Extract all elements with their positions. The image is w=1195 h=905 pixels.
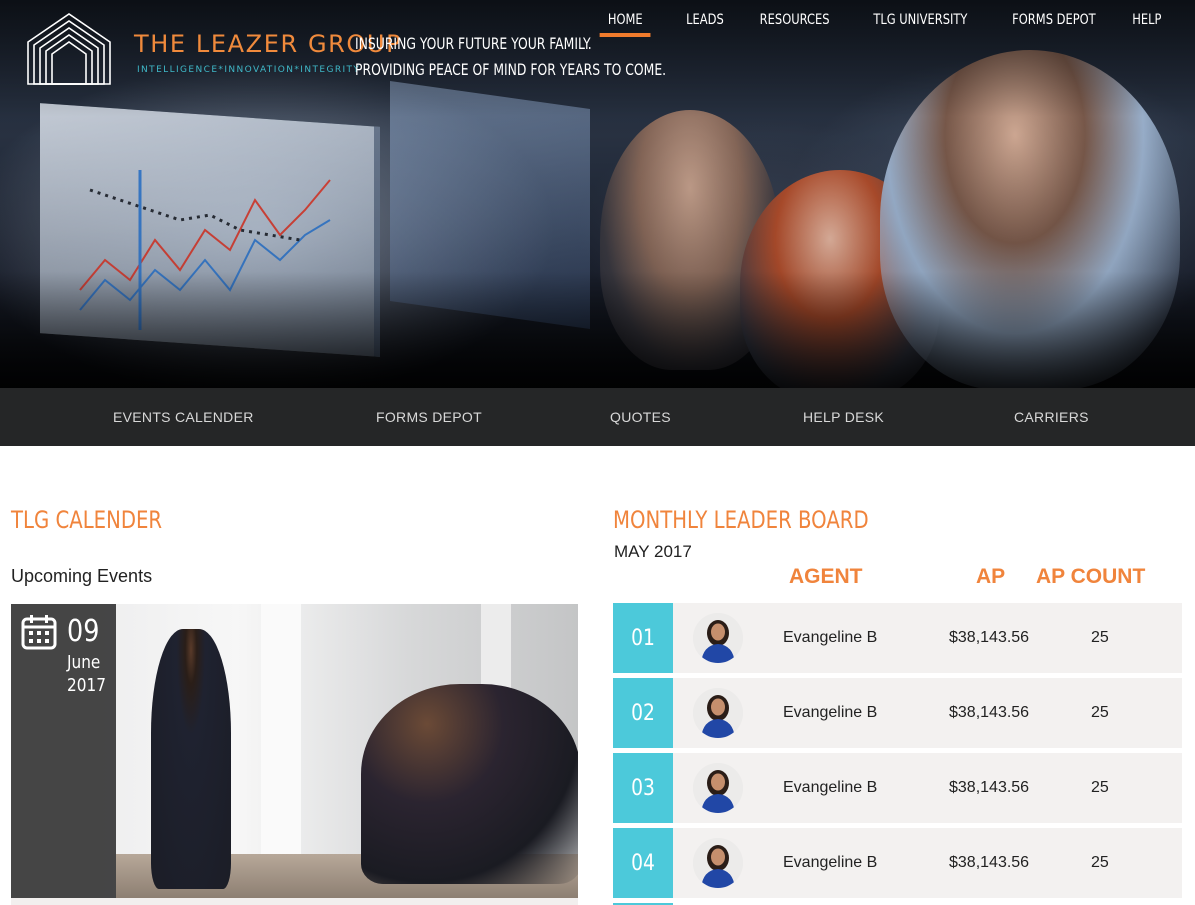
nav-tlg-university[interactable]: TLG UNIVERSITY	[873, 12, 967, 37]
agent-name: Evangeline B	[783, 779, 878, 796]
leaderboard-table: 01 Evangeline B $38,143.56 25 02 Evangel…	[613, 603, 1182, 903]
agent-ap-count: 25	[1091, 629, 1109, 646]
event-photo-audience	[361, 684, 578, 884]
sub-navigation: EVENTS CALENDER FORMS DEPOT QUOTES HELP …	[0, 388, 1195, 446]
logo-icon[interactable]	[26, 12, 112, 86]
avatar	[693, 613, 743, 663]
rank-badge: 01	[613, 603, 673, 673]
nav-home[interactable]: HOME	[599, 12, 652, 37]
calendar-icon	[21, 615, 57, 650]
event-day: 09	[67, 614, 100, 649]
agent-ap: $38,143.56	[949, 704, 1030, 721]
agent-name: Evangeline B	[783, 629, 878, 646]
leaderboard-title: MONTHLY LEADER BOARD	[613, 506, 869, 534]
agent-ap: $38,143.56	[949, 779, 1030, 796]
leaderboard-row[interactable]: 02 Evangeline B $38,143.56 25	[613, 678, 1182, 748]
brand-tagline: INTELLIGENCE*INNOVATION*INTEGRITY	[137, 65, 361, 75]
agent-avatar-icon	[693, 688, 743, 738]
hero-banner: THE LEAZER GROUP INTELLIGENCE*INNOVATION…	[0, 0, 1195, 388]
nav-forms-depot[interactable]: FORMS DEPOT	[1012, 12, 1096, 37]
avatar	[693, 763, 743, 813]
subnav-help-desk[interactable]: HELP DESK	[803, 409, 884, 425]
agent-name: Evangeline B	[783, 704, 878, 721]
event-card-footer	[11, 898, 578, 905]
rank-badge: 02	[613, 678, 673, 748]
leaderboard-row[interactable]: 01 Evangeline B $38,143.56 25	[613, 603, 1182, 673]
event-month: June	[67, 652, 101, 673]
hero-slogan: INSURING YOUR FUTURE YOUR FAMILY. PROVID…	[355, 31, 666, 83]
agent-ap: $38,143.56	[949, 854, 1030, 871]
avatar	[693, 838, 743, 888]
nav-leads[interactable]: LEADS	[686, 12, 724, 37]
leaderboard-month: MAY 2017	[614, 542, 692, 561]
rank-badge: 03	[613, 753, 673, 823]
leaderboard-row[interactable]: 04 Evangeline B $38,143.56 25	[613, 828, 1182, 898]
column-header-ap: AP	[976, 565, 1006, 588]
subnav-forms-depot[interactable]: FORMS DEPOT	[376, 409, 482, 425]
calendar-title: TLG CALENDER	[11, 506, 163, 534]
event-year: 2017	[67, 675, 106, 696]
agent-ap-count: 25	[1091, 704, 1109, 721]
column-header-agent: AGENT	[789, 565, 863, 588]
event-card[interactable]: 09 June 2017	[11, 604, 578, 898]
agent-ap-count: 25	[1091, 854, 1109, 871]
agent-ap: $38,143.56	[949, 629, 1030, 646]
event-date-box: 09 June 2017	[11, 604, 116, 898]
subnav-quotes[interactable]: QUOTES	[610, 409, 671, 425]
avatar	[693, 688, 743, 738]
column-header-ap-count: AP COUNT	[1036, 565, 1146, 588]
rank-badge: 04	[613, 828, 673, 898]
agent-name: Evangeline B	[783, 854, 878, 871]
subnav-events-calender[interactable]: EVENTS CALENDER	[113, 409, 254, 425]
event-photo-speaker	[151, 629, 231, 889]
agent-ap-count: 25	[1091, 779, 1109, 796]
agent-avatar-icon	[693, 838, 743, 888]
slogan-line-2: PROVIDING PEACE OF MIND FOR YEARS TO COM…	[355, 60, 667, 79]
leaderboard-row[interactable]: 03 Evangeline B $38,143.56 25	[613, 753, 1182, 823]
top-navigation: HOME LEADS RESOURCES TLG UNIVERSITY FORM…	[569, 12, 1165, 37]
agent-avatar-icon	[693, 763, 743, 813]
upcoming-events-label: Upcoming Events	[11, 566, 153, 586]
nav-help[interactable]: HELP	[1133, 12, 1162, 37]
nav-resources[interactable]: RESOURCES	[760, 12, 830, 37]
subnav-carriers[interactable]: CARRIERS	[1014, 409, 1089, 425]
agent-avatar-icon	[693, 613, 743, 663]
